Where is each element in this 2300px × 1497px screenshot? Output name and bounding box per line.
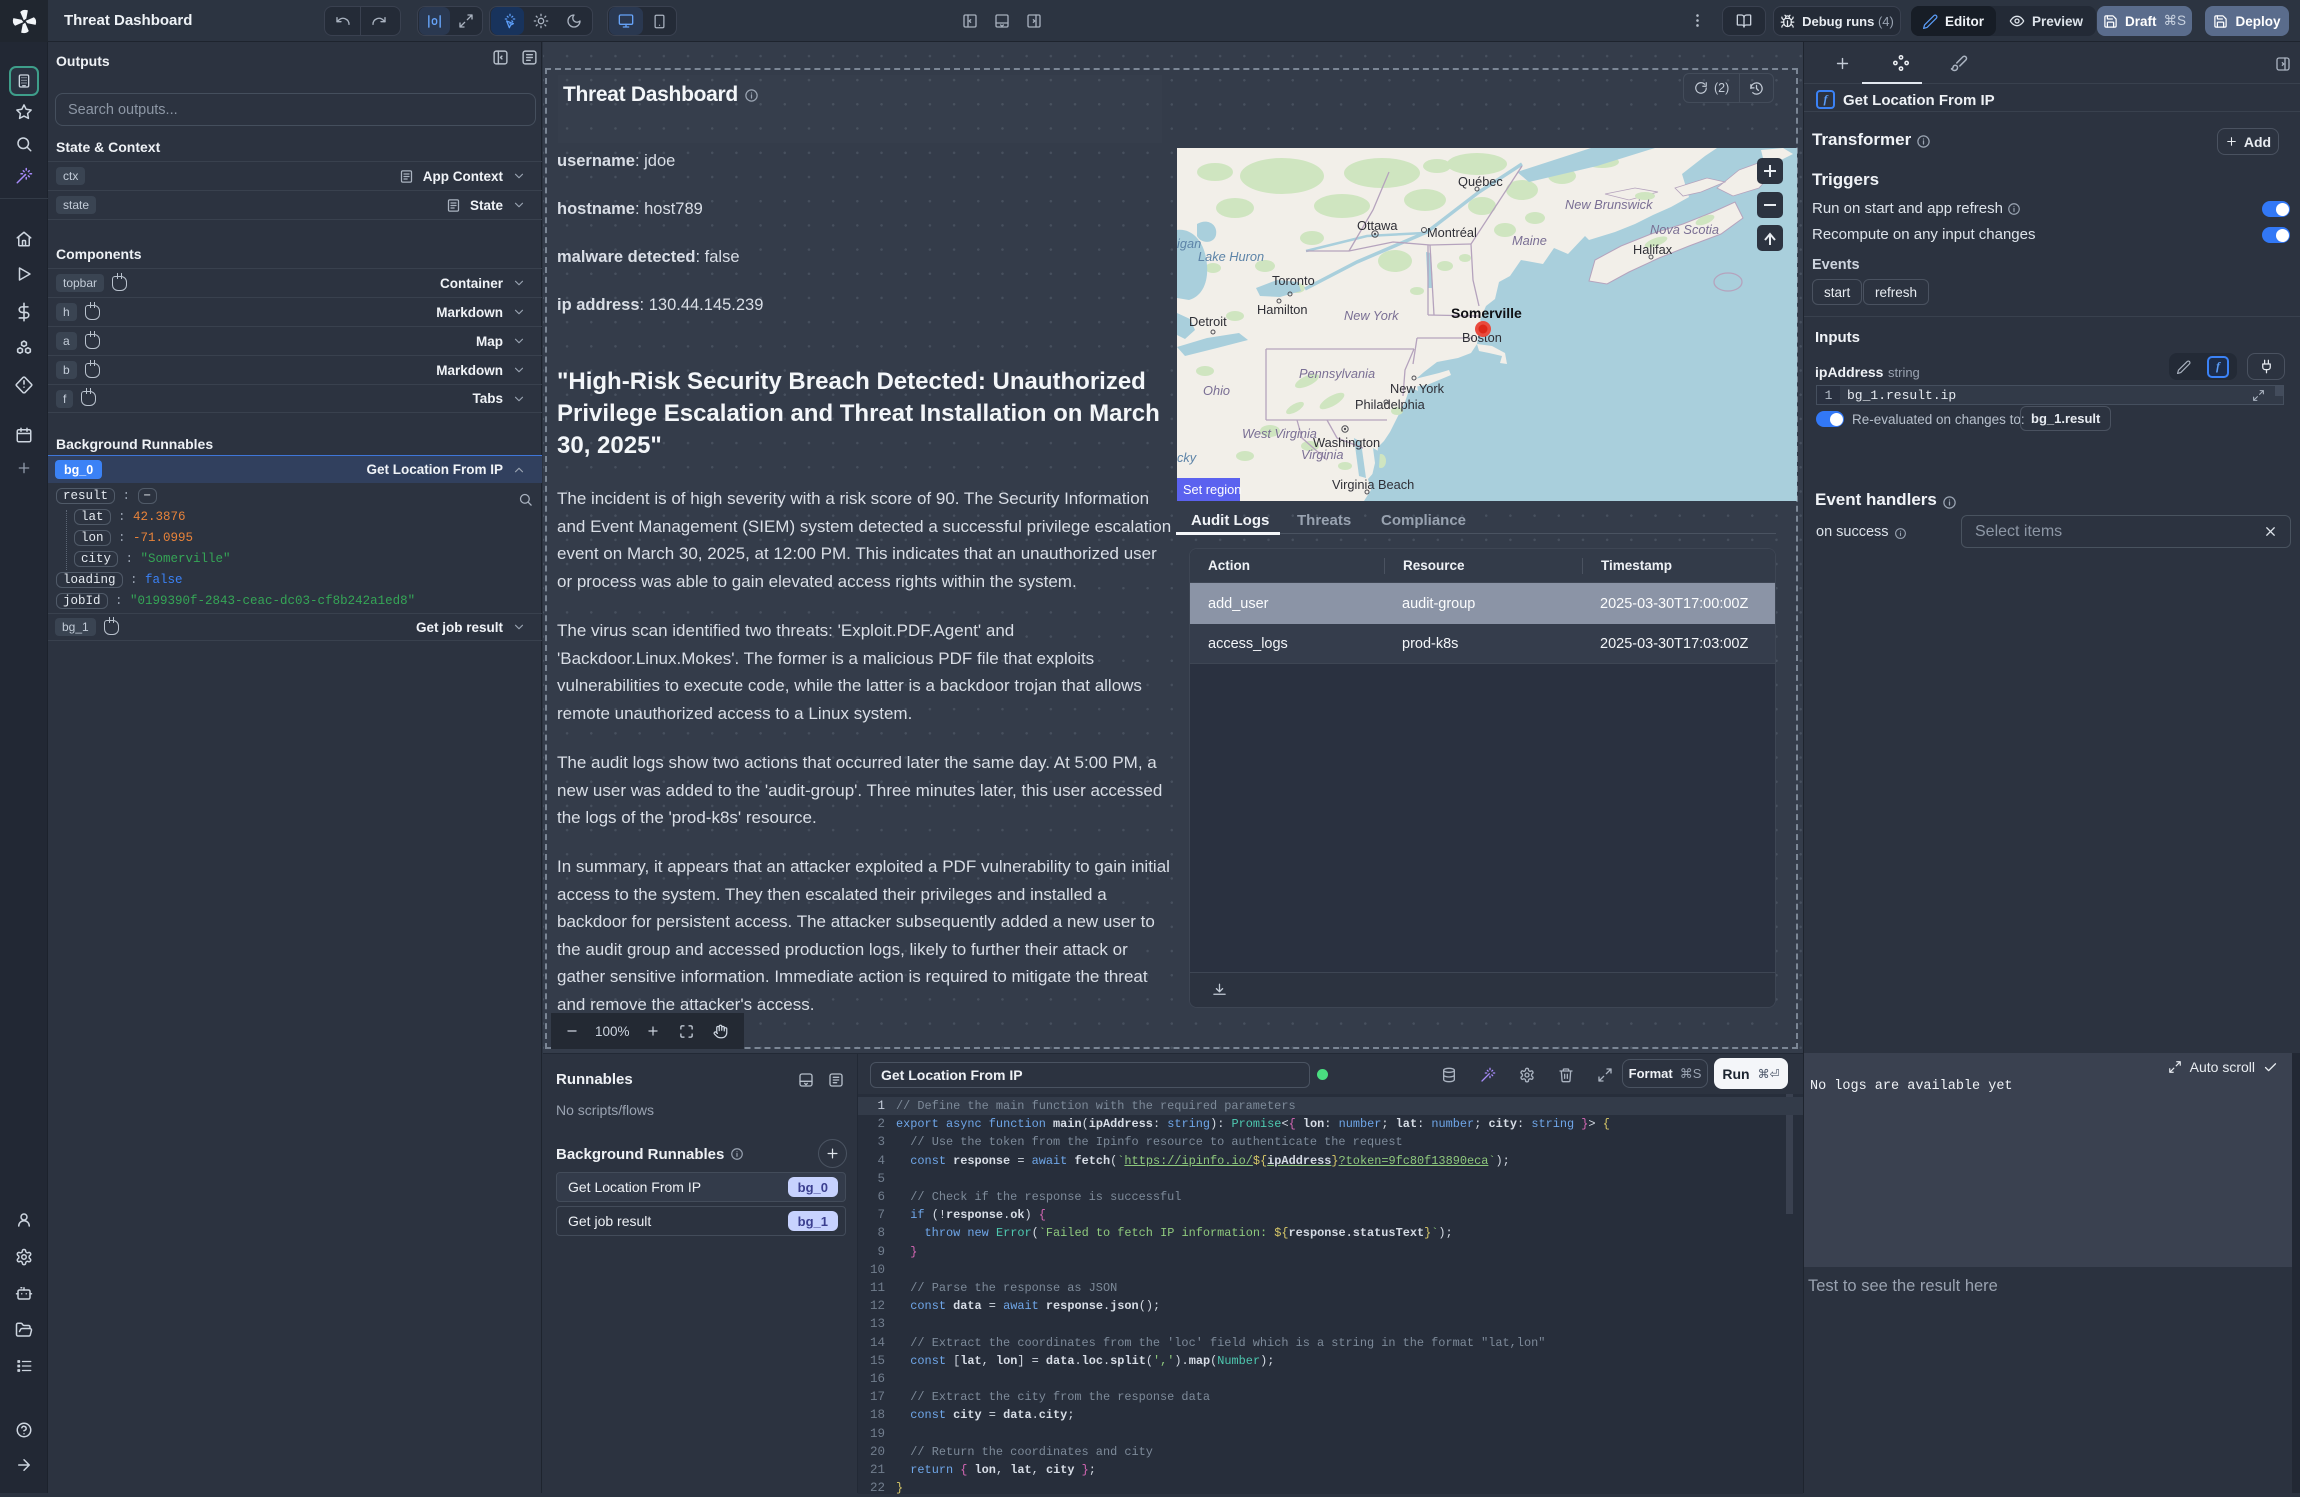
svg-text:New York: New York — [1344, 308, 1399, 323]
svg-text:Virginia Beach: Virginia Beach — [1332, 477, 1414, 492]
svg-text:Ohio: Ohio — [1203, 383, 1230, 398]
svg-text:Set region: Set region — [1183, 482, 1241, 497]
svg-text:West Virginia: West Virginia — [1242, 426, 1317, 441]
svg-text:Virginia: Virginia — [1301, 447, 1343, 462]
svg-text:Somerville: Somerville — [1451, 305, 1522, 321]
svg-text:igan: igan — [1177, 236, 1201, 251]
svg-text:Halifax: Halifax — [1633, 242, 1673, 257]
svg-text:Québec: Québec — [1458, 174, 1503, 189]
svg-text:Montréal: Montréal — [1427, 225, 1477, 240]
svg-text:Nova Scotia: Nova Scotia — [1650, 222, 1719, 237]
svg-text:New Brunswick: New Brunswick — [1565, 197, 1653, 212]
svg-text:Maine: Maine — [1512, 233, 1547, 248]
svg-text:Pennsylvania: Pennsylvania — [1299, 366, 1375, 381]
svg-text:cky: cky — [1177, 450, 1198, 465]
svg-text:New York: New York — [1390, 381, 1445, 396]
svg-text:Ottawa: Ottawa — [1357, 218, 1398, 233]
svg-text:Detroit: Detroit — [1189, 314, 1227, 329]
svg-text:Hamilton: Hamilton — [1257, 302, 1308, 317]
svg-text:Lake Huron: Lake Huron — [1198, 249, 1264, 264]
svg-text:Toronto: Toronto — [1272, 273, 1315, 288]
svg-text:Philadelphia: Philadelphia — [1355, 397, 1426, 412]
